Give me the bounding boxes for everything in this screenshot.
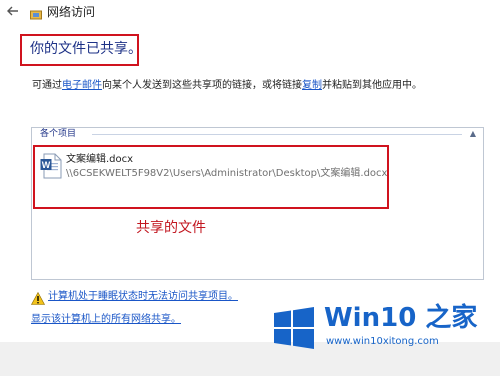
file-path: \\6CSEKWELT5F98V2\Users\Administrator\De…: [66, 168, 388, 179]
header-divider: [92, 134, 462, 135]
shared-file-annotation: 共享的文件: [136, 220, 206, 236]
sleep-warning-link[interactable]: 计算机处于睡眠状态时无法访问共享项目。: [48, 290, 238, 303]
email-link[interactable]: 电子邮件: [62, 80, 102, 91]
items-header-label: 各个项目: [40, 129, 77, 139]
network-share-icon: [30, 6, 42, 20]
svg-text:W: W: [42, 160, 51, 170]
window-title: 网络访问: [47, 5, 96, 19]
file-name[interactable]: 文案编辑.docx: [66, 153, 133, 166]
copy-link[interactable]: 复制: [302, 80, 322, 91]
share-description: 可通过电子邮件向某个人发送到这些共享项的链接，或将链接复制并粘贴到其他应用中。: [32, 79, 422, 92]
watermark-url: www.win10xitong.com: [326, 336, 439, 347]
warning-icon: [30, 290, 46, 305]
back-arrow-icon[interactable]: [6, 4, 22, 20]
watermark-title: Win10 之家: [324, 303, 478, 333]
title-bar: 网络访问: [0, 0, 500, 26]
footer-strip: [340, 285, 500, 289]
page-title: 你的文件已共享。: [30, 41, 142, 57]
collapse-icon[interactable]: ▲: [468, 129, 478, 139]
word-document-icon: W: [40, 153, 62, 179]
items-header: 各个项目 ▲: [32, 128, 483, 142]
windows-logo-icon: [272, 306, 316, 350]
watermark: Win10 之家 www.win10xitong.com: [262, 296, 500, 362]
desc-suffix: 并粘贴到其他应用中。: [322, 80, 422, 91]
show-all-shares-link[interactable]: 显示该计算机上的所有网络共享。: [31, 313, 181, 326]
desc-prefix: 可通过: [32, 80, 62, 91]
desc-middle: 向某个人发送到这些共享项的链接，或将链接: [102, 80, 302, 91]
